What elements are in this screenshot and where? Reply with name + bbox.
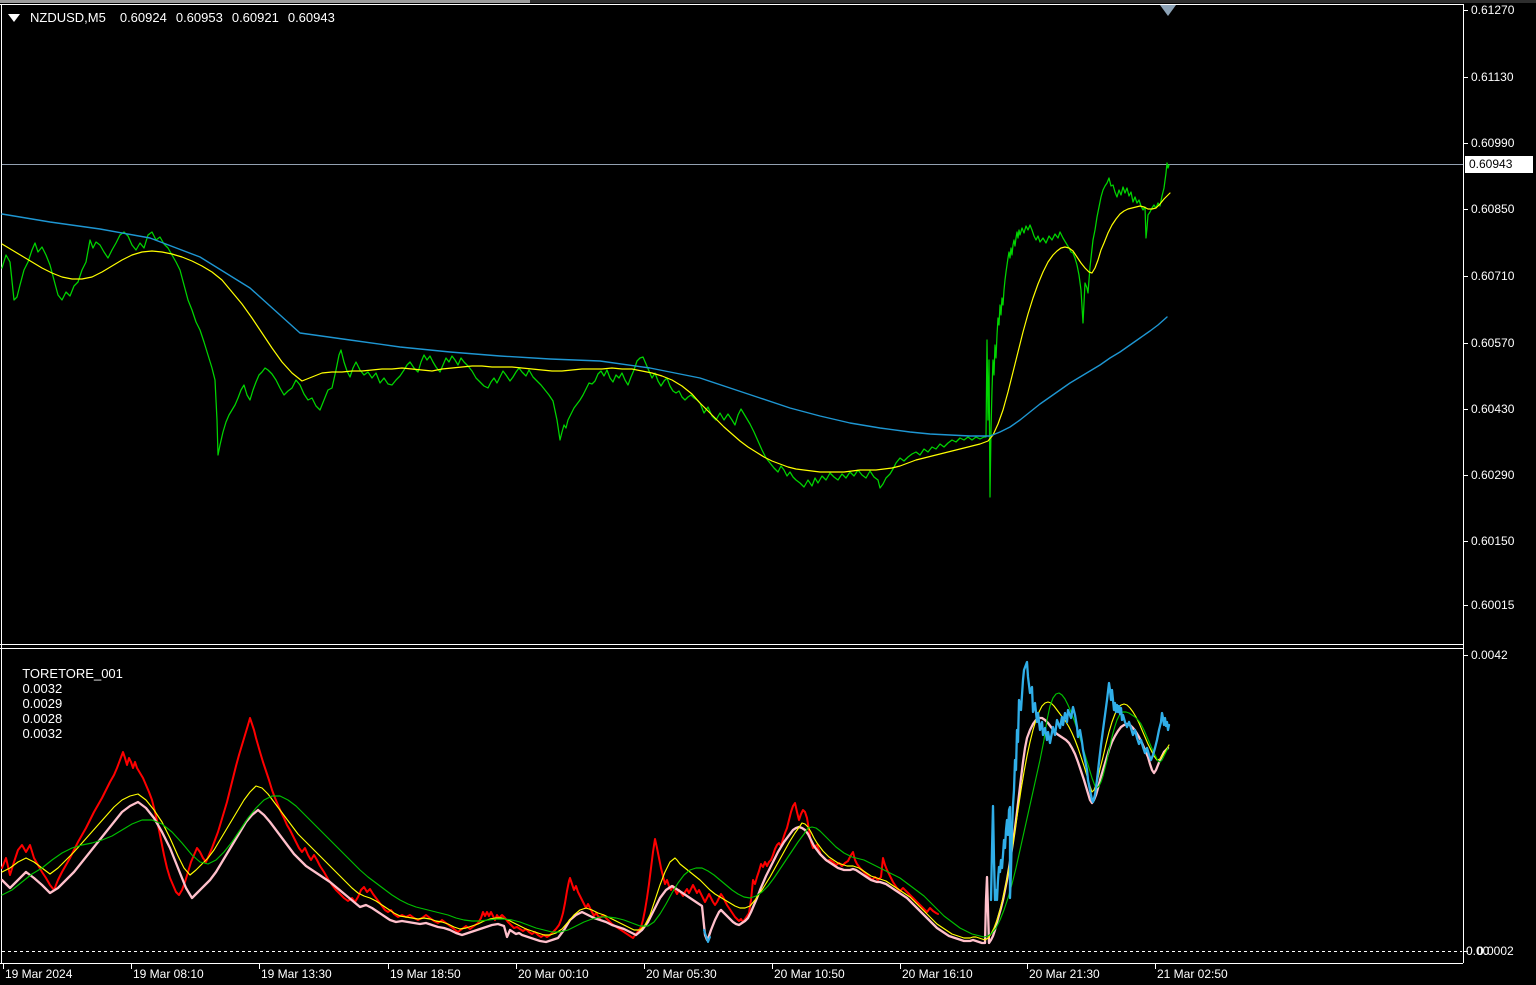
price-axis-label: 0.61130 <box>1471 70 1514 84</box>
chart-canvas[interactable] <box>0 0 1536 985</box>
time-axis-label: 19 Mar 08:10 <box>133 967 204 981</box>
price-axis-label: 0.60570 <box>1471 336 1515 350</box>
indicator-value-1: 0.0032 <box>22 681 63 696</box>
sub-axis-max-label: 0.0042 <box>1471 648 1508 662</box>
indicator-value-2: 0.0029 <box>22 696 63 711</box>
price-axis-label: 0.60290 <box>1471 468 1515 482</box>
close-value: 0.60943 <box>287 10 335 25</box>
price-axis-label: 0.60015 <box>1471 598 1515 612</box>
time-axis-label: 19 Mar 13:30 <box>261 967 332 981</box>
sub-axis-min-label: 0.0002 <box>1477 944 1514 958</box>
time-axis-label: 20 Mar 00:10 <box>518 967 589 981</box>
low-value: 0.60921 <box>231 10 279 25</box>
high-value: 0.60953 <box>175 10 223 25</box>
mt4-chart-window: NZDUSD,M5 0.60924 0.60953 0.60921 0.6094… <box>0 0 1536 985</box>
price-axis-label: 0.60850 <box>1471 202 1515 216</box>
price-axis-label: 0.60150 <box>1471 534 1515 548</box>
price-axis-label: 0.60990 <box>1471 136 1515 150</box>
time-axis-label: 19 Mar 2024 <box>5 967 73 981</box>
current-price-label: 0.60943 <box>1465 156 1533 173</box>
indicator-value-3: 0.0028 <box>22 711 63 726</box>
open-value: 0.60924 <box>119 10 167 25</box>
time-axis-label: 20 Mar 16:10 <box>902 967 973 981</box>
symbol-ohlc-readout: NZDUSD,M5 0.60924 0.60953 0.60921 0.6094… <box>8 10 344 25</box>
price-axis-label: 0.61270 <box>1471 3 1515 17</box>
time-axis-label: 20 Mar 21:30 <box>1029 967 1100 981</box>
chart-shift-marker-icon[interactable] <box>1160 5 1176 16</box>
indicator-readout: TORETORE_001 0.0032 0.0029 0.0028 0.0032 <box>8 651 132 756</box>
price-axis-label: 0.60430 <box>1471 402 1515 416</box>
time-axis-label: 20 Mar 10:50 <box>774 967 845 981</box>
symbol-arrow-icon <box>8 13 20 22</box>
indicator-name: TORETORE_001 <box>22 666 123 681</box>
time-axis-label: 21 Mar 02:50 <box>1157 967 1228 981</box>
time-axis-label: 20 Mar 05:30 <box>646 967 717 981</box>
indicator-value-4: 0.0032 <box>22 726 63 741</box>
symbol-period-label: NZDUSD,M5 <box>30 10 106 25</box>
time-axis-label: 19 Mar 18:50 <box>390 967 461 981</box>
price-axis-label: 0.60710 <box>1471 269 1515 283</box>
